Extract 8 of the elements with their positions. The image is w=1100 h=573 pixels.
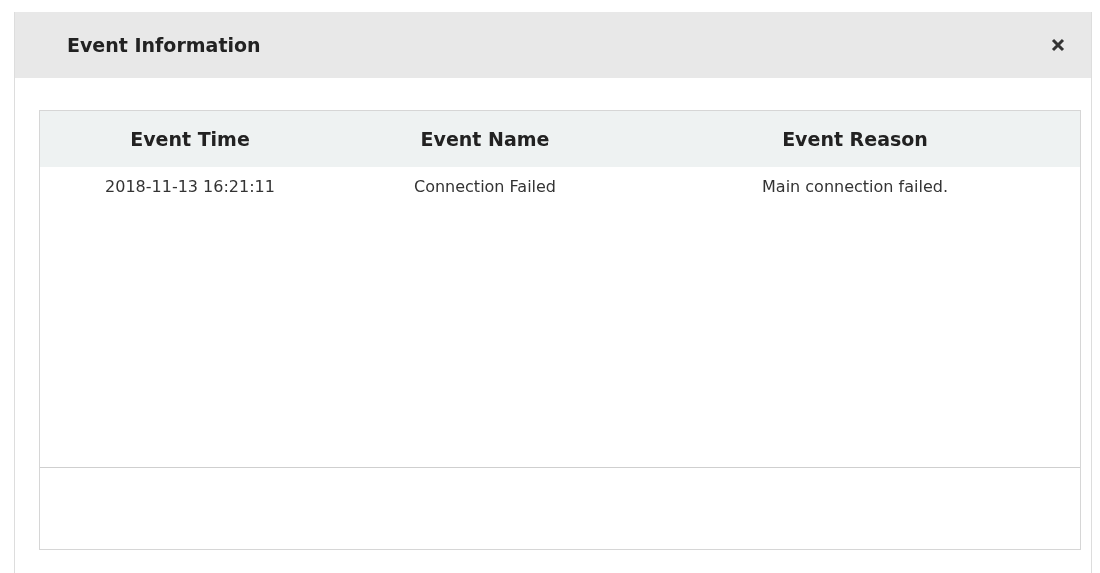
table-cell-text: Main connection failed. (762, 176, 948, 198)
column-header: Event Reason (782, 126, 928, 152)
column-header: Event Name (420, 126, 550, 152)
dialog-title: Event Information (67, 32, 261, 58)
column-header: Event Time (130, 126, 250, 152)
table-cell-text: Connection Failed (413, 176, 556, 198)
table-cell-text: 2018-11-13 16:21:11 (105, 176, 275, 198)
close-icon (1051, 38, 1065, 52)
